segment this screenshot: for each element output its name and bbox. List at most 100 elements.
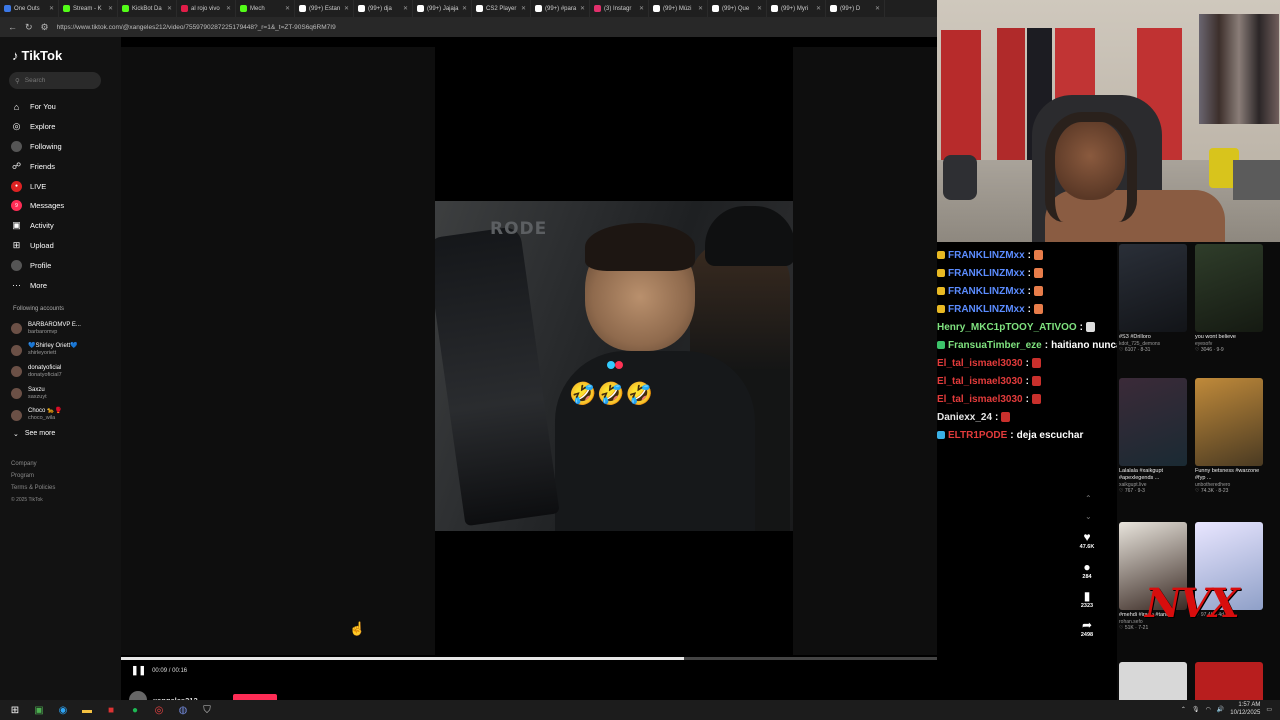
url-field[interactable]: https://www.tiktok.com/@xangeles212/vide… [57, 24, 929, 31]
tab-close-icon[interactable]: ✕ [49, 5, 54, 12]
chat-username[interactable]: ELTR1PODE [948, 430, 1007, 441]
file-explorer-icon[interactable]: ▬ [78, 701, 96, 719]
next-video-icon[interactable]: ⌄ [1085, 512, 1092, 521]
comment-button[interactable]: ● 284 [1067, 561, 1107, 581]
chat-username[interactable]: FransuaTimber_eze [948, 340, 1042, 351]
browser-tab[interactable]: (99+) #para ✕ [531, 0, 590, 17]
pause-icon[interactable]: ❚❚ [131, 665, 146, 676]
sidebar-item-for-you[interactable]: ⌂ For You [11, 97, 116, 117]
chrome-icon[interactable]: ◎ [150, 701, 168, 719]
browser-tab[interactable]: (99+) Múzi ✕ [649, 0, 708, 17]
browser-tab[interactable]: (99+) dja ✕ [354, 0, 413, 17]
sidebar-item-more[interactable]: ··· More [11, 275, 116, 295]
tab-close-icon[interactable]: ✕ [639, 5, 644, 12]
tab-close-icon[interactable]: ✕ [757, 5, 762, 12]
chat-username[interactable]: El_tal_ismael3030 [937, 394, 1023, 405]
see-more-button[interactable]: ⌄ See more [13, 430, 55, 438]
tab-close-icon[interactable]: ✕ [226, 5, 231, 12]
sidebar-item-messages[interactable]: 9 Messages [11, 196, 116, 216]
discord-icon[interactable]: ◍ [174, 701, 192, 719]
browser-tab[interactable]: (99+) Estan ✕ [295, 0, 354, 17]
browser-tab[interactable]: One Outs ✕ [0, 0, 59, 17]
tab-close-icon[interactable]: ✕ [344, 5, 349, 12]
back-icon[interactable]: ← [8, 22, 17, 32]
tab-close-icon[interactable]: ✕ [875, 5, 880, 12]
tab-close-icon[interactable]: ✕ [698, 5, 703, 12]
following-account[interactable]: 💙Shirley Oriett💙 shirleyoriett [11, 340, 117, 362]
app-shield-icon[interactable]: ⛉ [198, 701, 216, 719]
chat-username[interactable]: Daniexx_24 [937, 412, 992, 423]
suggested-video-card[interactable]: Funny betsness #warzone #fyp ... unbother… [1195, 378, 1263, 494]
browser-tab[interactable]: (99+) Myri ✕ [767, 0, 826, 17]
tab-close-icon[interactable]: ✕ [816, 5, 821, 12]
footer-link-terms[interactable]: Terms & Policies [11, 482, 55, 494]
suggested-video-card[interactable]: Lalalala #xaikgupt #apexlegends ... xaikg… [1119, 378, 1187, 494]
following-account[interactable]: donatyoficial donatyoficial7 [11, 361, 117, 383]
terminal-icon[interactable]: ▣ [30, 701, 48, 719]
mic-icon[interactable]: 🎙 [1192, 706, 1200, 713]
suggested-video-card[interactable]: you wont believe eyesofv ♡ 3046 · 9-9 [1195, 244, 1263, 353]
wifi-icon[interactable]: ◠ [1206, 706, 1211, 713]
sidebar-item-label: Explore [30, 122, 56, 132]
app-red-icon[interactable]: ■ [102, 701, 120, 719]
chat-username[interactable]: El_tal_ismael3030 [937, 376, 1023, 387]
following-account[interactable]: Saxzu saxzuyt [11, 383, 117, 405]
previous-video-icon[interactable]: ⌃ [1085, 494, 1092, 503]
browser-tab[interactable]: KickBot Da ✕ [118, 0, 177, 17]
footer-link-program[interactable]: Program [11, 470, 55, 482]
search-input[interactable]: ⚲ Search [9, 72, 101, 89]
browser-tab[interactable]: (3) Instagr ✕ [590, 0, 649, 17]
browser-tab[interactable]: (99+) Jajaja ✕ [413, 0, 472, 17]
tab-close-icon[interactable]: ✕ [285, 5, 290, 12]
spotify-icon[interactable]: ● [126, 701, 144, 719]
chat-username[interactable]: FRANKLINZMxx [948, 268, 1025, 279]
tab-close-icon[interactable]: ✕ [108, 5, 113, 12]
chat-username[interactable]: FRANKLINZMxx [948, 304, 1025, 315]
clock[interactable]: 1:57 AM 10/12/2025 [1230, 701, 1260, 717]
windows-start-icon[interactable]: ⊞ [6, 701, 24, 719]
edge-browser-icon[interactable]: ◉ [54, 701, 72, 719]
tab-close-icon[interactable]: ✕ [403, 5, 408, 12]
footer-link-company[interactable]: Company [11, 458, 55, 470]
notification-icon[interactable]: ▭ [1266, 706, 1272, 713]
browser-tab[interactable]: (99+) Que ✕ [708, 0, 767, 17]
like-button[interactable]: ♥ 47.6K [1067, 531, 1107, 551]
browser-tab[interactable]: (99+) D ✕ [826, 0, 885, 17]
tab-favicon-icon [653, 5, 660, 12]
speaker-icon[interactable]: 🔊 [1217, 706, 1224, 713]
chat-username[interactable]: FRANKLINZMxx [948, 286, 1025, 297]
reload-icon[interactable]: ↻ [25, 22, 33, 33]
tiktok-logo[interactable]: ♪ TikTok [12, 48, 62, 63]
tab-close-icon[interactable]: ✕ [462, 5, 467, 12]
sidebar-item-live[interactable]: ● LIVE [11, 176, 116, 196]
suggested-video-card[interactable]: #S3 #Drilloro kdot_725_demons ♡ 6107 · 8-3… [1119, 244, 1187, 353]
share-button[interactable]: ➦ 2498 [1067, 619, 1107, 639]
nvx-overlay-logo: NVX [1145, 580, 1240, 627]
save-button[interactable]: ▮ 2323 [1067, 590, 1107, 610]
site-info-icon[interactable]: ⚙ [41, 22, 49, 33]
chat-username[interactable]: FRANKLINZMxx [948, 250, 1025, 261]
tab-close-icon[interactable]: ✕ [580, 5, 585, 12]
tab-title: (99+) Jajaja [427, 5, 459, 12]
following-account[interactable]: BARBAROMVP E... barbaromvp [11, 318, 117, 340]
sidebar-item-label: Friends [30, 161, 56, 171]
sidebar-item-following[interactable]: Following [11, 137, 116, 157]
video-caption: you wont believe [1195, 334, 1236, 340]
tab-close-icon[interactable]: ✕ [521, 5, 526, 12]
tray-chevron-icon[interactable]: ⌃ [1181, 706, 1186, 713]
following-account[interactable]: Choco 🐆🥊 choco_wila [11, 404, 117, 426]
browser-tab[interactable]: al rojo vivo ✕ [177, 0, 236, 17]
video-progress-bar[interactable] [121, 657, 937, 660]
video-frame[interactable]: RODE 🤣🤣🤣 [435, 201, 793, 531]
sidebar-item-activity[interactable]: ▣ Activity [11, 216, 116, 236]
chat-username[interactable]: El_tal_ismael3030 [937, 358, 1023, 369]
sidebar-item-upload[interactable]: ⊞ Upload [11, 236, 116, 256]
sidebar-item-explore[interactable]: ◎ Explore [11, 117, 116, 137]
chat-username[interactable]: Henry_MKC1pTOOY_ATIVOO [937, 322, 1077, 333]
sidebar-item-friends[interactable]: ☍ Friends [11, 156, 116, 176]
browser-tab[interactable]: Stream - K ✕ [59, 0, 118, 17]
browser-tab[interactable]: CS2 Player ✕ [472, 0, 531, 17]
browser-tab[interactable]: Mech ✕ [236, 0, 295, 17]
sidebar-item-profile[interactable]: Profile [11, 255, 116, 275]
tab-close-icon[interactable]: ✕ [167, 5, 172, 12]
